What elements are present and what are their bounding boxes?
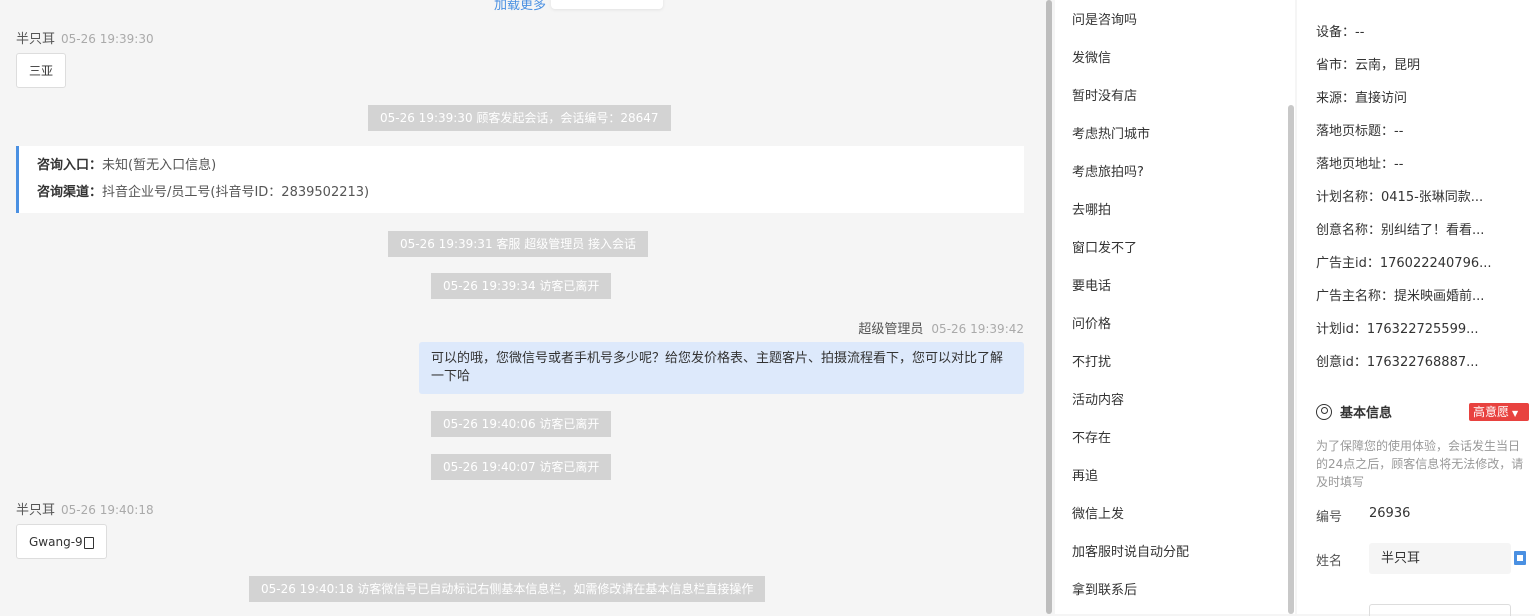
customer-info-panel: 设备：-- 省市：云南，昆明 来源：直接访问 落地页标题：-- 落地页地址：--… — [1297, 0, 1535, 616]
basic-info-title: 基本信息 — [1340, 406, 1393, 421]
agent-message: 可以的哦，您微信号或者手机号多少呢？给您发价格表、主题客片、拍摄流程看下，您可以… — [419, 342, 1024, 394]
entry-value: 未知(暂无入口信息) — [102, 158, 217, 173]
sender-name: 半只耳 — [16, 503, 56, 518]
chat-panel: 加载更多 半只耳 05-26 19:39:30 三亚 05-26 19:39:30… — [0, 0, 1040, 614]
system-message: 05-26 19:39:30 顾客发起会话，会话编号：28647 — [368, 105, 671, 131]
message-sender: 半只耳 05-26 19:39:30 — [16, 28, 154, 47]
landing-url-info: 落地页地址：-- — [1316, 157, 1404, 172]
agent-time: 05-26 19:39:42 — [931, 322, 1024, 336]
province-info: 省市：云南，昆明 — [1316, 58, 1421, 73]
message-sender: 半只耳 05-26 19:40:18 — [16, 499, 154, 518]
edit-notice: 为了保障您的使用体验，会话发生当日的24点之后，顾客信息将无法修改，请及时填写 — [1316, 439, 1524, 489]
agent-name: 超级管理员 — [858, 322, 924, 337]
system-message: 05-26 19:39:34 访客已离开 — [431, 273, 612, 299]
chat-scrollbar[interactable] — [1046, 0, 1052, 614]
quick-reply-item[interactable]: 问是咨询吗 — [1072, 9, 1137, 28]
device-info: 设备：-- — [1316, 25, 1365, 40]
visitor-message: 三亚 — [16, 53, 67, 88]
caret-down-icon: ▼ — [1512, 409, 1519, 418]
user-icon — [1316, 403, 1332, 420]
plan-id-info: 计划id：176322725599... — [1316, 322, 1479, 337]
plan-name-info: 计划名称：0415-张琳同款... — [1316, 190, 1484, 205]
quick-reply-item[interactable]: 考虑旅拍吗? — [1072, 161, 1144, 180]
quick-reply-item[interactable]: 问价格 — [1072, 313, 1111, 332]
system-message: 05-26 19:40:07 访客已离开 — [431, 454, 612, 480]
sender-name: 半只耳 — [16, 32, 56, 47]
advertiser-id-info: 广告主id：176022240796... — [1316, 256, 1492, 271]
landing-title-info: 落地页标题：-- — [1316, 124, 1404, 139]
number-label: 编号 — [1316, 510, 1343, 525]
message-time: 05-26 19:40:18 — [61, 503, 154, 517]
copy-icon[interactable] — [83, 536, 94, 549]
message-time: 05-26 19:39:30 — [61, 32, 154, 46]
quick-reply-item[interactable]: 考虑热门城市 — [1072, 123, 1150, 142]
quick-reply-item[interactable]: 再追 — [1072, 465, 1098, 484]
source-info: 来源：直接访问 — [1316, 91, 1408, 106]
intent-dropdown[interactable]: 高意愿 ▼ — [1469, 403, 1529, 421]
system-message: 05-26 19:39:31 客服 超级管理员 接入会话 — [388, 231, 649, 257]
quick-reply-item[interactable]: 拿到联系后 — [1072, 579, 1137, 598]
quick-reply-item[interactable]: 暂时没有店 — [1072, 85, 1137, 104]
quick-reply-scrollbar[interactable] — [1288, 105, 1294, 614]
load-more-link[interactable]: 加载更多 — [494, 0, 546, 13]
quick-reply-item[interactable]: 窗口发不了 — [1072, 237, 1137, 256]
entry-label: 咨询入口： — [37, 158, 103, 173]
consult-info-card: 咨询入口：未知(暂无入口信息) 咨询渠道：抖音企业号/员工号(抖音号ID：283… — [16, 146, 1024, 213]
message-text: 三亚 — [29, 64, 54, 78]
advertiser-name-info: 广告主名称：提米映画婚前... — [1316, 289, 1485, 304]
entry-row: 咨询入口：未知(暂无入口信息) — [37, 156, 1006, 183]
copy-document-icon[interactable] — [1514, 551, 1526, 565]
load-more-box — [551, 0, 663, 9]
name-field[interactable]: 半只耳 — [1369, 543, 1511, 574]
channel-value: 抖音企业号/员工号(抖音号ID：2839502213) — [102, 185, 370, 200]
quick-reply-item[interactable]: 去哪拍 — [1072, 199, 1111, 218]
quick-reply-item[interactable]: 要电话 — [1072, 275, 1111, 294]
visitor-message: Gwang-9 — [16, 524, 107, 559]
channel-row: 咨询渠道：抖音企业号/员工号(抖音号ID：2839502213) — [37, 183, 1006, 210]
quick-reply-item[interactable]: 活动内容 — [1072, 389, 1124, 408]
creative-name-info: 创意名称：别纠结了！看看... — [1316, 223, 1485, 238]
name-label: 姓名 — [1316, 554, 1343, 569]
system-message: 05-26 19:40:18 访客微信号已自动标记右侧基本信息栏，如需修改请在基… — [249, 576, 766, 602]
quick-reply-item[interactable]: 微信上发 — [1072, 503, 1124, 522]
intent-value: 高意愿 — [1473, 405, 1510, 419]
quick-reply-item[interactable]: 加客服时说自动分配 — [1072, 541, 1189, 560]
number-value: 26936 — [1369, 506, 1411, 521]
quick-reply-item[interactable]: 不打扰 — [1072, 351, 1111, 370]
quick-reply-item[interactable]: 发微信 — [1072, 47, 1111, 66]
quick-reply-panel: 问是咨询吗 发微信 暂时没有店 考虑热门城市 考虑旅拍吗? 去哪拍 窗口发不了 … — [1055, 0, 1295, 614]
system-message: 05-26 19:40:06 访客已离开 — [431, 411, 612, 437]
message-text: Gwang-9 — [29, 534, 83, 549]
agent-sender: 超级管理员 05-26 19:39:42 — [700, 318, 1024, 337]
creative-id-info: 创意id：176322768887... — [1316, 355, 1479, 370]
next-field[interactable] — [1369, 604, 1511, 616]
quick-reply-item[interactable]: 不存在 — [1072, 427, 1111, 446]
basic-info-heading: 基本信息 — [1316, 402, 1392, 421]
channel-label: 咨询渠道： — [37, 185, 103, 200]
